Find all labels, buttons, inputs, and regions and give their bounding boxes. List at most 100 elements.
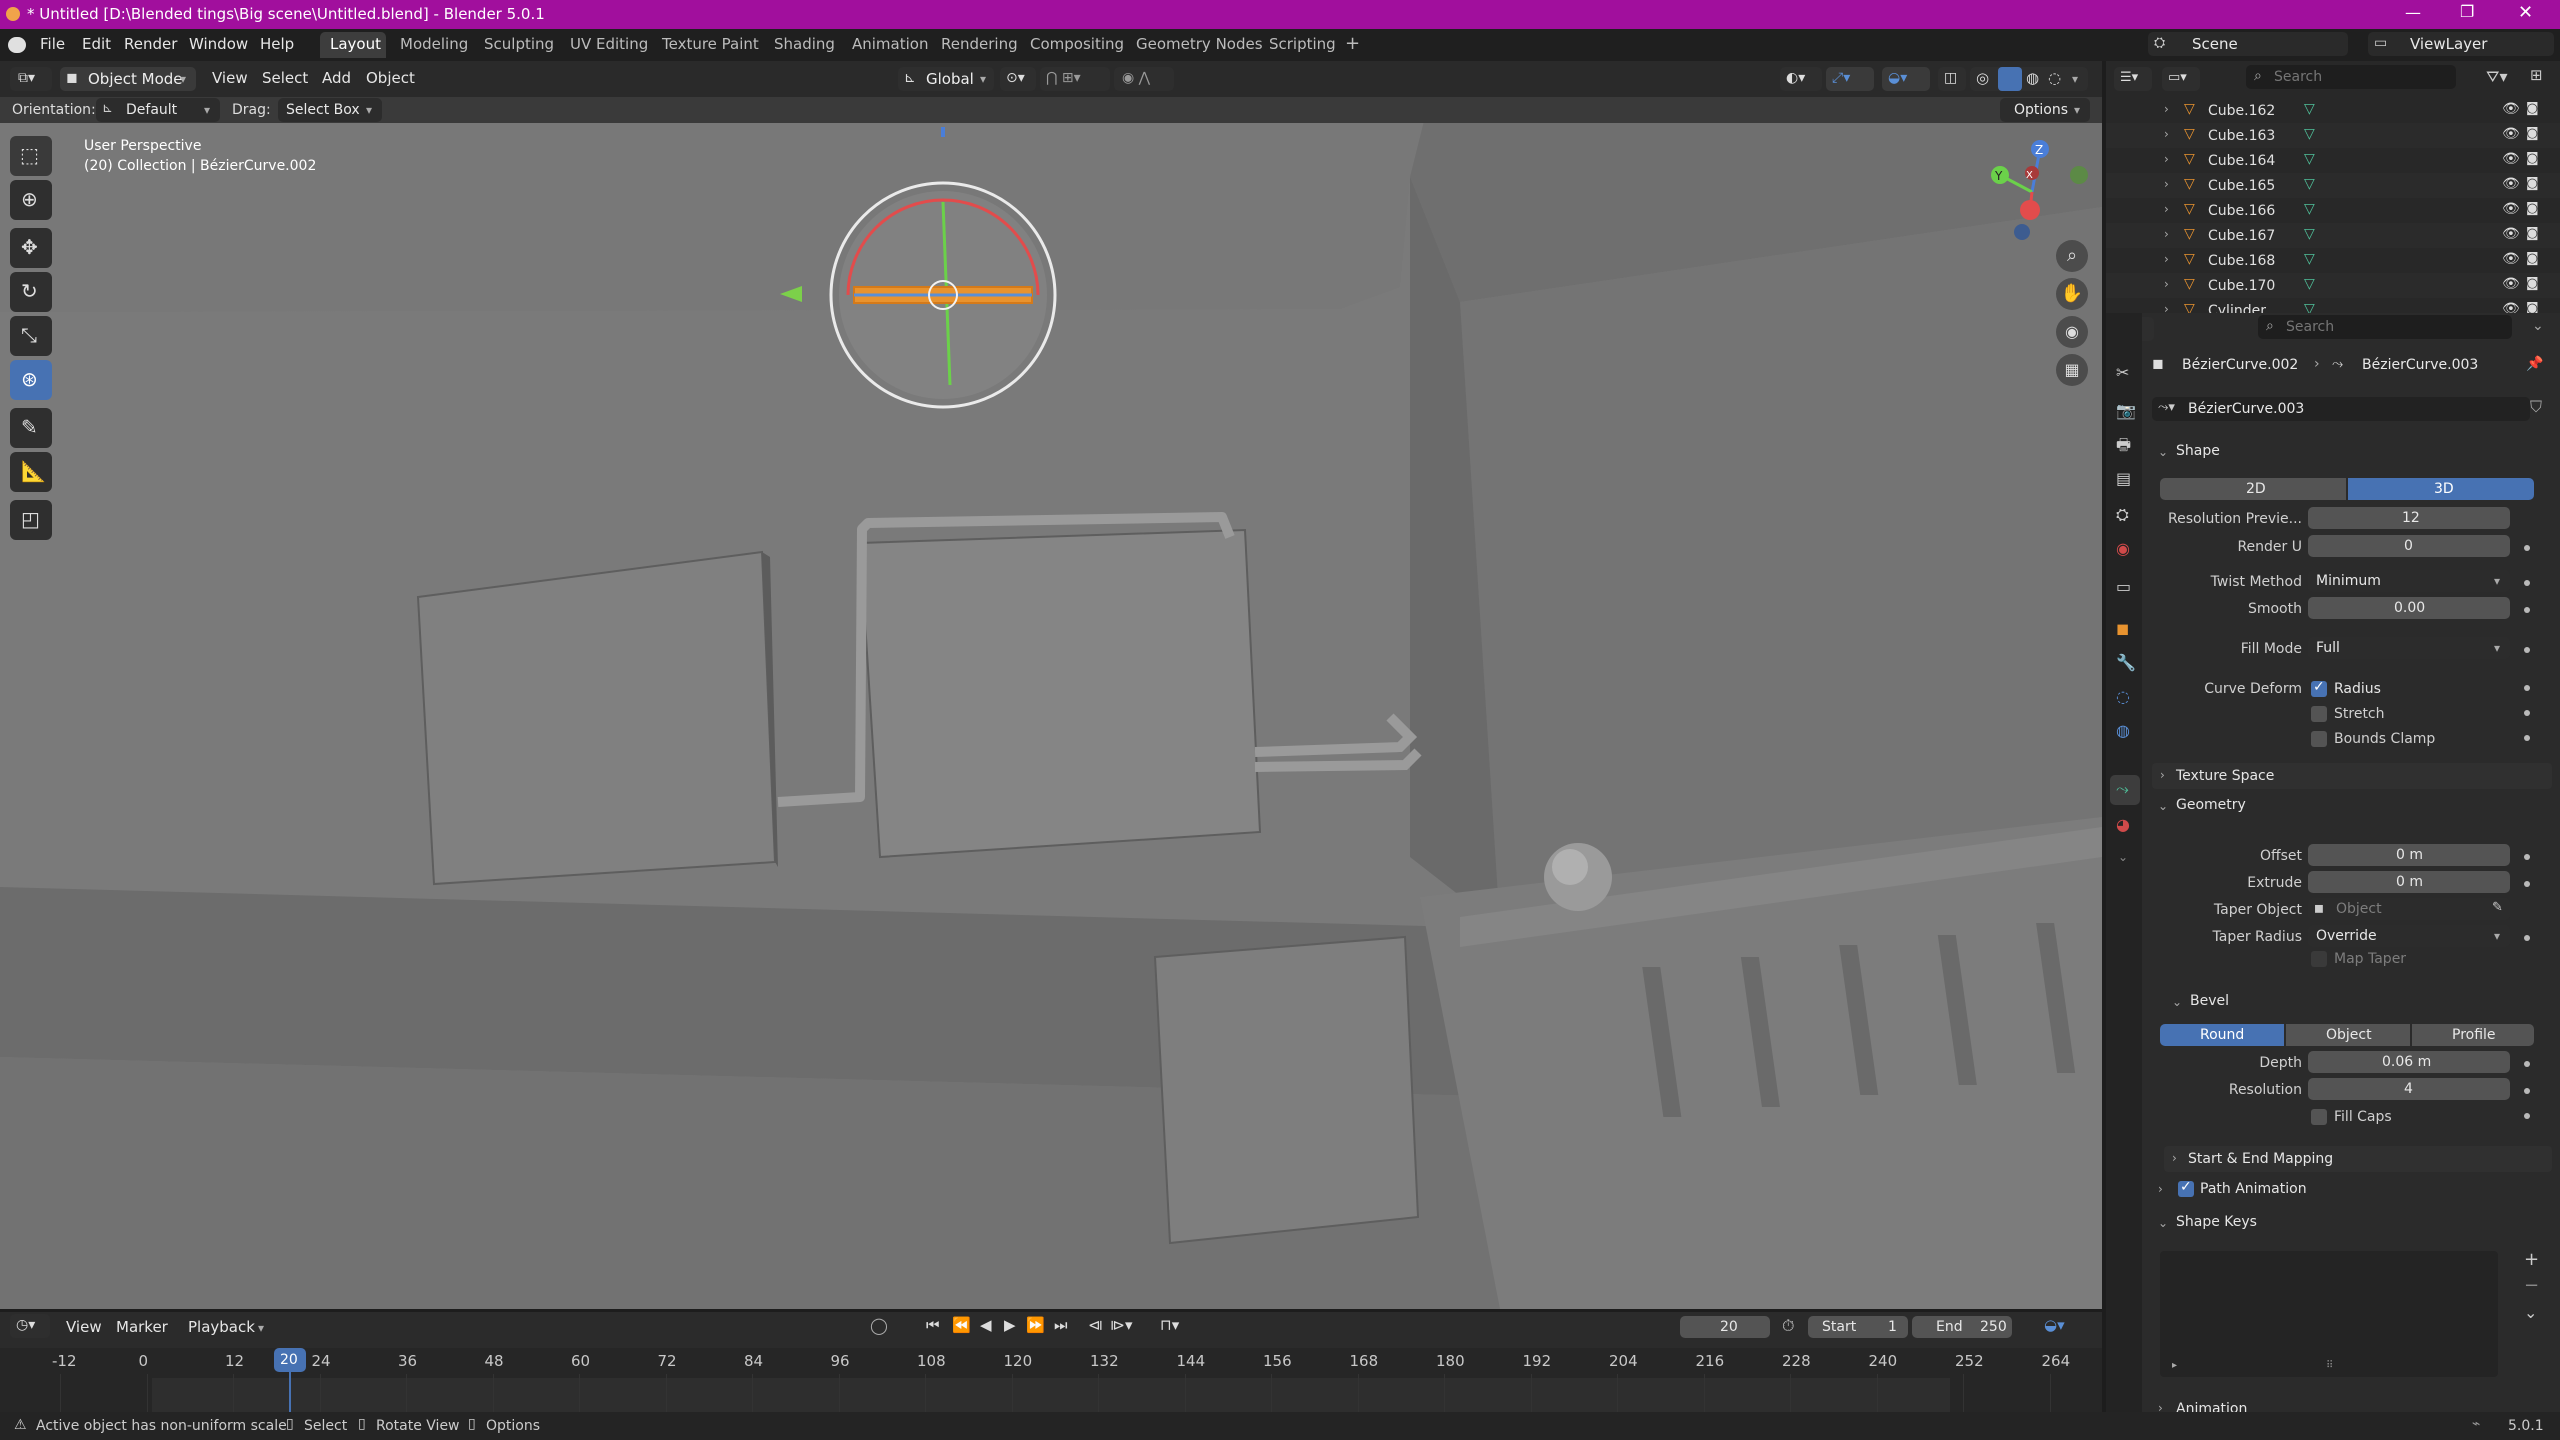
- start-frame-field[interactable]: Start 1: [1808, 1316, 1908, 1338]
- view-layer-tab-icon[interactable]: ▤: [2116, 471, 2131, 487]
- modifier-tab-icon[interactable]: 🔧: [2116, 655, 2136, 671]
- filter-icon[interactable]: ⛛▾: [2486, 69, 2507, 85]
- mesh-data-icon[interactable]: ▽: [2304, 227, 2315, 241]
- tool-tab-icon[interactable]: ✂: [2116, 365, 2129, 381]
- twist-method-dropdown[interactable]: Minimum ▾: [2308, 570, 2510, 592]
- overlays-button[interactable]: ◒▾: [1882, 67, 1930, 91]
- bevel-panel-header[interactable]: Bevel: [2190, 994, 2229, 1008]
- viewport-menu-select[interactable]: Select: [262, 71, 308, 86]
- camera-render-icon[interactable]: ◙: [2526, 177, 2539, 190]
- pin-icon[interactable]: 📌: [2526, 357, 2543, 371]
- outliner-item[interactable]: › ▽ Cube.165 ▽ 👁 ◙: [2106, 173, 2560, 198]
- fill-caps-checkbox[interactable]: [2311, 1109, 2327, 1125]
- workspace-tab-shading[interactable]: Shading: [774, 37, 835, 52]
- scene-selector[interactable]: ⛭ Scene: [2148, 32, 2348, 56]
- taper-object-field[interactable]: ◼ Object ✎: [2308, 898, 2510, 920]
- add-workspace-button[interactable]: +: [1345, 35, 1360, 53]
- workspace-tab-sculpting[interactable]: Sculpting: [484, 37, 554, 52]
- tool-transform[interactable]: ⊛: [10, 360, 52, 400]
- path-animation-header[interactable]: Path Animation: [2200, 1182, 2307, 1196]
- view-layer-selector[interactable]: ▭ ViewLayer: [2368, 32, 2554, 56]
- blender-menu-icon[interactable]: [8, 37, 26, 53]
- render-u-field[interactable]: 0: [2308, 535, 2510, 557]
- path-animation-chevron-icon[interactable]: ›: [2158, 1183, 2163, 1195]
- collection-tab-icon[interactable]: ▭: [2116, 579, 2131, 595]
- depth-keyframe-dot[interactable]: [2524, 1061, 2530, 1067]
- scene-tab-icon[interactable]: ⛭: [2116, 507, 2129, 523]
- workspace-tab-uv-editing[interactable]: UV Editing: [570, 37, 648, 52]
- map-taper-checkbox[interactable]: [2311, 951, 2327, 967]
- resolution-preview-field[interactable]: 12: [2308, 507, 2510, 529]
- jump-keyframe-back-icon[interactable]: ⏪: [952, 1318, 971, 1333]
- eye-icon[interactable]: 👁: [2502, 252, 2520, 266]
- proportional-editing-button[interactable]: ◉ ⋀: [1114, 67, 1174, 91]
- outliner-item[interactable]: › ▽ Cube.167 ▽ 👁 ◙: [2106, 223, 2560, 248]
- shape-3d-button[interactable]: 3D: [2348, 478, 2534, 500]
- expand-arrow-icon[interactable]: ›: [2164, 178, 2169, 190]
- shading-modes[interactable]: ◎ ◍ ◌ ▾: [1970, 67, 2088, 91]
- tool-select-box[interactable]: ⬚: [10, 136, 52, 176]
- workspace-tab-texture-paint[interactable]: Texture Paint: [662, 37, 759, 52]
- shape-keys-chevron-icon[interactable]: ⌄: [2158, 1217, 2168, 1229]
- bevel-object-button[interactable]: Object: [2286, 1024, 2410, 1046]
- output-tab-icon[interactable]: 🖶: [2116, 437, 2131, 453]
- jump-keyframe-forward-icon[interactable]: ⏩: [1026, 1318, 1045, 1333]
- datablock-name[interactable]: BézierCurve.003: [2188, 402, 2304, 416]
- next-keyframe-icon[interactable]: ⧐▾: [1110, 1318, 1133, 1333]
- jump-start-icon[interactable]: ⏮: [926, 1318, 940, 1333]
- offset-keyframe-dot[interactable]: [2524, 854, 2530, 860]
- auto-keying-icon[interactable]: ◯: [870, 1318, 888, 1334]
- tool-move[interactable]: ✥: [10, 228, 52, 268]
- workspace-tab-layout[interactable]: Layout: [330, 37, 381, 52]
- material-shading-icon[interactable]: ◍: [2026, 71, 2039, 86]
- wireframe-shading-icon[interactable]: ◎: [1976, 71, 1989, 86]
- tool-annotate[interactable]: ✎: [10, 408, 52, 448]
- visibility-button[interactable]: ◐▾: [1780, 67, 1822, 91]
- eye-icon[interactable]: 👁: [2502, 152, 2520, 166]
- bounds-clamp-keyframe-dot[interactable]: [2524, 735, 2530, 741]
- preview-range-icon[interactable]: ⏱: [1782, 1318, 1794, 1334]
- timeline-editor-type[interactable]: ◷▾: [10, 1314, 50, 1338]
- depth-field[interactable]: 0.06 m: [2308, 1051, 2510, 1073]
- shape-2d-button[interactable]: 2D: [2160, 478, 2346, 500]
- pan-view-button[interactable]: ✋: [2056, 278, 2088, 310]
- outliner-item[interactable]: › ▽ Cube.170 ▽ 👁 ◙: [2106, 273, 2560, 298]
- twist-method-keyframe-dot[interactable]: [2524, 580, 2530, 586]
- workspace-tab-animation[interactable]: Animation: [852, 37, 928, 52]
- camera-render-icon[interactable]: ◙: [2526, 252, 2539, 265]
- mesh-data-icon[interactable]: ▽: [2304, 252, 2315, 266]
- bevel-round-button[interactable]: Round: [2160, 1024, 2284, 1046]
- stretch-checkbox[interactable]: [2311, 706, 2327, 722]
- camera-render-icon[interactable]: ◙: [2526, 152, 2539, 165]
- shape-key-add-button[interactable]: +: [2524, 1251, 2539, 1269]
- bevel-profile-button[interactable]: Profile: [2412, 1024, 2534, 1046]
- bevel-resolution-keyframe-dot[interactable]: [2524, 1088, 2530, 1094]
- timeline-menu-view[interactable]: View: [66, 1320, 102, 1335]
- maximize-icon[interactable]: ❐: [2460, 4, 2474, 20]
- snapping-button[interactable]: ⋂ ⊞▾: [1040, 67, 1110, 91]
- workspace-tab-scripting[interactable]: Scripting: [1269, 37, 1336, 52]
- nav-x-ball[interactable]: [2020, 200, 2040, 220]
- viewport-menu-object[interactable]: Object: [366, 71, 415, 86]
- fill-caps-keyframe-dot[interactable]: [2524, 1113, 2530, 1119]
- curve-data-tab-icon[interactable]: ⤳: [2116, 781, 2129, 797]
- nav-neg-z-ball[interactable]: [2014, 224, 2030, 240]
- jump-end-icon[interactable]: ⏭: [1054, 1318, 1068, 1333]
- outliner-item[interactable]: › ▽ Cube.162 ▽ 👁 ◙: [2106, 98, 2560, 123]
- camera-view-button[interactable]: ◉: [2056, 316, 2088, 348]
- tool-add-cube[interactable]: ◰: [10, 500, 52, 540]
- menu-window[interactable]: Window: [189, 37, 248, 52]
- offset-field[interactable]: 0 m: [2308, 844, 2510, 866]
- eye-icon[interactable]: 👁: [2502, 102, 2520, 116]
- transform-gizmo[interactable]: [780, 127, 1100, 447]
- camera-render-icon[interactable]: ◙: [2526, 127, 2539, 140]
- particles-tab-icon[interactable]: ◌: [2116, 689, 2130, 705]
- nav-neg-y-ball[interactable]: [2070, 166, 2088, 184]
- perspective-toggle-button[interactable]: ▦: [2056, 354, 2088, 386]
- timeline-menu-marker[interactable]: Marker: [116, 1320, 168, 1335]
- expand-arrow-icon[interactable]: ›: [2164, 153, 2169, 165]
- menu-file[interactable]: File: [40, 37, 65, 52]
- new-collection-icon[interactable]: ⊞: [2530, 68, 2543, 83]
- gizmos-button[interactable]: ⤢▾: [1826, 67, 1874, 91]
- expand-arrow-icon[interactable]: ›: [2164, 128, 2169, 140]
